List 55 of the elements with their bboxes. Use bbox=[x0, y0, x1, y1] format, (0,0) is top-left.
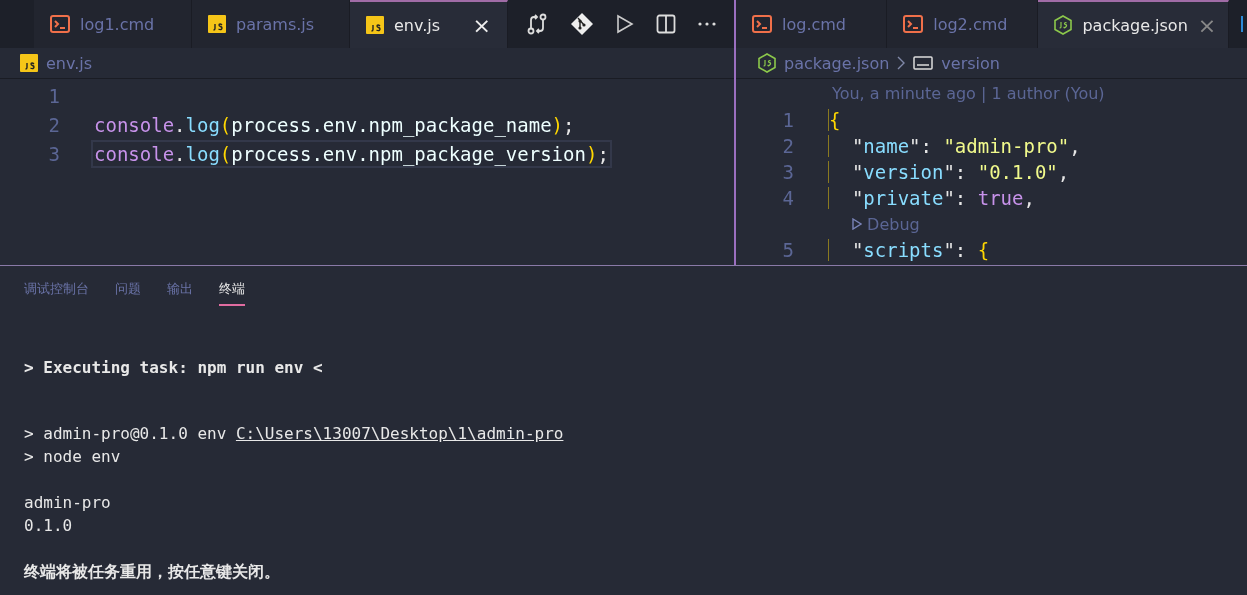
line-number: 2 bbox=[47, 113, 61, 136]
editor-tab[interactable]: params.js bbox=[192, 0, 350, 48]
code-line: "scripts": { bbox=[828, 239, 990, 261]
split-editor-icon[interactable] bbox=[656, 14, 676, 34]
close-icon[interactable]: × bbox=[1197, 12, 1217, 38]
string-symbol-icon bbox=[913, 56, 934, 70]
breadcrumb-item[interactable]: version bbox=[941, 53, 1000, 73]
code-line: console.log(process.env.npm_package_name); bbox=[94, 113, 575, 136]
js-file-icon bbox=[20, 54, 38, 72]
code-line: "name": "admin-pro", bbox=[828, 135, 1081, 157]
panel-tab[interactable]: 终端 bbox=[219, 280, 245, 306]
line-number: 2 bbox=[781, 135, 795, 157]
terminal-line: > node env bbox=[24, 446, 122, 468]
terminal-icon bbox=[752, 15, 772, 33]
editor-tab[interactable]: log1.cmd bbox=[34, 0, 192, 48]
line-number: 1 bbox=[781, 109, 795, 131]
line-number: 3 bbox=[47, 142, 61, 165]
panel-tab[interactable]: 问题 bbox=[115, 280, 141, 306]
code-line: "version": "0.1.0", bbox=[828, 161, 1070, 183]
chevron-icon bbox=[897, 56, 906, 70]
code-line: console.log(process.env.npm_package_version); bbox=[94, 142, 609, 165]
play-icon[interactable] bbox=[616, 14, 634, 34]
editor-tab[interactable]: package.json × bbox=[1038, 0, 1230, 48]
play-icon bbox=[852, 217, 862, 230]
js-file-icon bbox=[366, 16, 384, 34]
terminal-line: admin-pro bbox=[24, 492, 112, 514]
path-link[interactable]: C:\Users\13007\Desktop\1\admin-pro bbox=[235, 424, 564, 443]
debug-codelens[interactable]: Debug bbox=[828, 214, 920, 234]
line-number: 5 bbox=[781, 239, 795, 261]
terminal-line: 0.1.0 bbox=[24, 515, 74, 537]
git-icon[interactable] bbox=[570, 12, 594, 36]
hexagon-icon bbox=[758, 53, 776, 73]
line-number: 1 bbox=[47, 84, 61, 107]
js-file-icon bbox=[208, 15, 226, 33]
editor-tab[interactable]: env.js × bbox=[350, 0, 508, 48]
blame-annotation[interactable]: You, a minute ago | 1 author (You) bbox=[736, 81, 1247, 107]
line-number: 3 bbox=[781, 161, 795, 183]
terminal-line: > admin-pro@0.1.0 env C:\Users\13007\Desktop\1\admin-pro bbox=[24, 423, 565, 445]
hexagon-icon bbox=[1054, 15, 1073, 35]
terminal-icon bbox=[50, 15, 70, 33]
editor-tab[interactable]: log2.cmd bbox=[887, 0, 1039, 48]
panel-tab[interactable]: 调试控制台 bbox=[24, 280, 89, 306]
close-icon[interactable]: × bbox=[472, 12, 491, 38]
breadcrumb-item[interactable]: package.json bbox=[784, 53, 890, 73]
line-number: 4 bbox=[781, 187, 795, 209]
compare-changes-icon[interactable] bbox=[526, 13, 548, 35]
code-line: "private": true, bbox=[828, 187, 1035, 209]
code-line: { bbox=[828, 109, 841, 131]
breadcrumb-item[interactable]: env.js bbox=[46, 53, 93, 73]
more-icon[interactable] bbox=[698, 21, 716, 27]
panel-tab[interactable]: 输出 bbox=[167, 280, 193, 306]
terminal-line: 终端将被任务重用，按任意键关闭。 bbox=[24, 561, 281, 583]
terminal-icon bbox=[903, 15, 924, 33]
terminal-line: > Executing task: npm run env < bbox=[24, 357, 324, 379]
editor-tab[interactable]: log.cmd bbox=[736, 0, 888, 48]
